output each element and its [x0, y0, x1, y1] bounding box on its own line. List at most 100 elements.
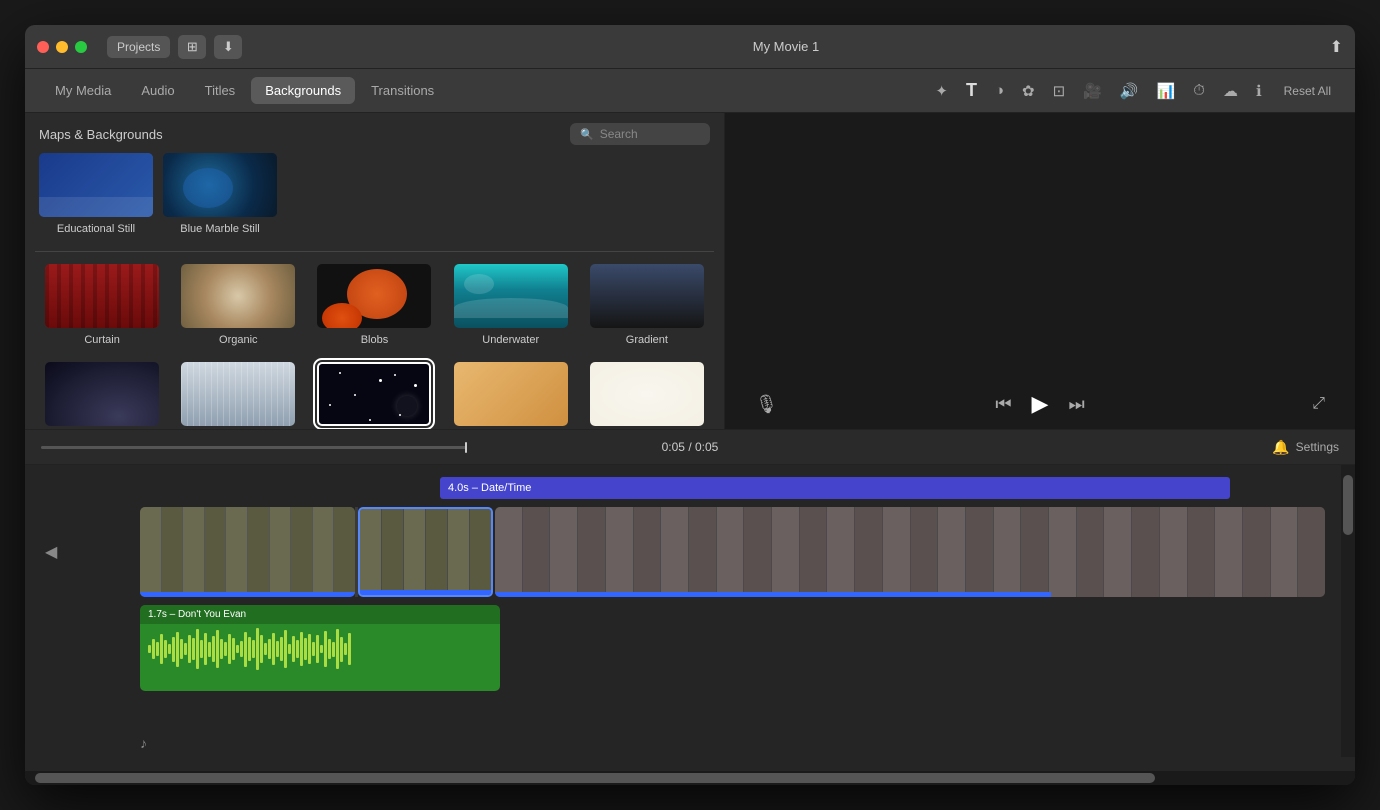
time-display: 0:05 / 0:05 [477, 440, 903, 454]
list-item[interactable]: Blue Marble Still [163, 153, 277, 235]
toolbar-tools: ✦ T ◑ ✿ ⊡ 🎥 🔊 📊 ⏱ ☁ ℹ Reset All [931, 76, 1339, 105]
waveform-bar [340, 637, 343, 662]
clip-frame [717, 507, 744, 597]
projects-button[interactable]: Projects [107, 36, 170, 58]
app-window: Projects ⊞ ⬇ My Movie 1 ⬆ My Media Audio… [25, 25, 1355, 785]
timeline-scrollbar[interactable] [1341, 465, 1355, 757]
waveform-bar [328, 639, 331, 659]
blue-marble-thumb [163, 153, 277, 217]
skip-forward-button[interactable]: ⏭ [1068, 394, 1084, 415]
audio-track[interactable]: 1.7s – Don't You Evan [140, 605, 500, 691]
close-button[interactable] [37, 41, 49, 53]
timeline-scroll-bar[interactable] [25, 771, 1355, 785]
track-arrow-left[interactable]: ◀ [41, 538, 61, 566]
panel-header: Maps & Backgrounds 🔍 [25, 113, 724, 153]
clip-frame [1160, 507, 1187, 597]
noise-tool-icon[interactable]: ☁ [1219, 78, 1242, 104]
scroll-thumb[interactable] [35, 773, 1155, 783]
tab-titles[interactable]: Titles [191, 77, 250, 104]
timeline-scrubber[interactable] [41, 446, 467, 449]
clip-frame [827, 507, 854, 597]
skip-back-button[interactable]: ⏮ [995, 394, 1011, 415]
title-overlay-label: 4.0s – Date/Time [448, 482, 531, 494]
panel-title: Maps & Backgrounds [39, 127, 163, 142]
audio-waveform [140, 624, 500, 674]
speed-tool-icon[interactable]: ⏱ [1189, 78, 1209, 103]
text-tool-icon[interactable]: T [962, 76, 981, 105]
import-button[interactable]: ⬇ [214, 35, 242, 59]
camera-tool-icon[interactable]: 🎥 [1079, 78, 1106, 104]
video-clip-2[interactable] [358, 507, 493, 597]
tab-my-media[interactable]: My Media [41, 77, 125, 104]
list-item[interactable]: Stars [311, 362, 437, 429]
clip-frame [938, 507, 965, 597]
color-tool-icon[interactable]: ◑ [991, 78, 1008, 103]
list-item[interactable]: Industrial [39, 362, 165, 429]
list-item[interactable]: Paper [584, 362, 710, 429]
waveform-bar [168, 644, 171, 654]
traffic-lights [37, 41, 87, 53]
waveform-bar [324, 631, 327, 667]
list-item[interactable]: Educational Still [39, 153, 153, 235]
settings-button[interactable]: Settings [1296, 440, 1339, 454]
preview-area [725, 113, 1355, 379]
clip-frame [313, 507, 334, 597]
magic-wand-icon[interactable]: ✦ [931, 78, 952, 104]
list-item[interactable]: Organic [175, 264, 301, 346]
waveform-bar [156, 642, 159, 656]
waveform-bar [244, 632, 247, 667]
fullscreen-icon[interactable]: ⤢ [1312, 395, 1325, 413]
microphone-icon[interactable]: 🎙 [755, 394, 778, 415]
clip-frame [291, 507, 312, 597]
clip-frames-1 [140, 507, 355, 597]
clip-frame [606, 507, 633, 597]
minimize-button[interactable] [56, 41, 68, 53]
waveform-bar [196, 629, 199, 669]
clip-frame [1271, 507, 1298, 597]
waveform-bar [228, 634, 231, 664]
timeline-area: 4.0s – Date/Time ◀ [25, 465, 1355, 785]
educational-still-label: Educational Still [57, 223, 135, 235]
audio-tool-icon[interactable]: 🔊 [1116, 78, 1143, 104]
maximize-button[interactable] [75, 41, 87, 53]
video-clip-3[interactable] [495, 507, 1325, 597]
bell-icon: 🔔 [1272, 439, 1289, 456]
clip-frame [911, 507, 938, 597]
waveform-bar [256, 628, 259, 670]
list-item[interactable]: Curtain [39, 264, 165, 346]
chart-tool-icon[interactable]: 📊 [1153, 78, 1180, 104]
reset-all-button[interactable]: Reset All [1276, 80, 1339, 102]
filter-tool-icon[interactable]: ✿ [1018, 78, 1039, 104]
tab-backgrounds[interactable]: Backgrounds [251, 77, 355, 104]
clip-selection-bar-3 [495, 592, 1051, 597]
scrollbar-thumb[interactable] [1343, 475, 1353, 535]
audio-label: 1.7s – Don't You Evan [140, 605, 500, 624]
window-title: My Movie 1 [242, 39, 1329, 54]
clip-frame [205, 507, 226, 597]
list-item[interactable]: Underwater [448, 264, 574, 346]
clip-frame [226, 507, 247, 597]
list-item[interactable]: Pinstripes [175, 362, 301, 429]
tab-transitions[interactable]: Transitions [357, 77, 448, 104]
search-input[interactable] [600, 127, 700, 141]
curtain-thumb [45, 264, 159, 328]
crop-tool-icon[interactable]: ⊡ [1049, 78, 1070, 104]
info-tool-icon[interactable]: ℹ [1252, 78, 1266, 104]
waveform-bar [348, 633, 351, 665]
clip-frame [140, 507, 161, 597]
title-overlay-bar[interactable]: 4.0s – Date/Time [440, 477, 1230, 499]
tab-audio[interactable]: Audio [127, 77, 188, 104]
title-bar-right: ⬆ [1330, 37, 1343, 57]
clip-frame [634, 507, 661, 597]
share-button[interactable]: ⬆ [1330, 37, 1343, 57]
waveform-bar [280, 637, 283, 661]
clip-frame [404, 509, 425, 595]
search-box[interactable]: 🔍 [570, 123, 710, 145]
play-button[interactable]: ▶ [1032, 391, 1049, 417]
list-item[interactable]: Gradient [584, 264, 710, 346]
list-item[interactable]: Blobs [311, 264, 437, 346]
list-item[interactable]: Retro [448, 362, 574, 429]
organic-label: Organic [219, 334, 258, 346]
grid-view-button[interactable]: ⊞ [178, 35, 206, 59]
video-clip-1[interactable] [140, 507, 355, 597]
